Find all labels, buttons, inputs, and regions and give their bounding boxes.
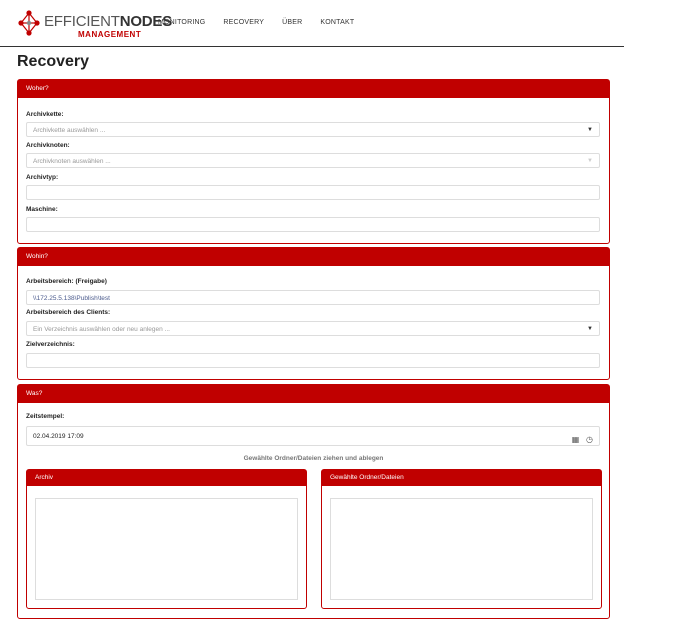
archivkette-select[interactable]: Archivkette auswählen ... ▼ <box>26 122 600 137</box>
page-title: Recovery <box>17 53 90 70</box>
arbeitsbereich-label: Arbeitsbereich: (Freigabe) <box>26 278 107 285</box>
woher-panel: Woher? Archivkette: Archivkette auswähle… <box>17 79 610 244</box>
selected-files-subpanel: Gewählte Ordner/Dateien <box>321 469 602 609</box>
archivknoten-select[interactable]: Archivknoten auswählen ... ▼ <box>26 153 600 168</box>
zeitstempel-field[interactable]: 02.04.2019 17:09 ▦ ◷ <box>26 426 600 446</box>
was-panel-title: Was? <box>18 385 609 403</box>
zeitstempel-value: 02.04.2019 17:09 <box>33 433 84 440</box>
client-workspace-select[interactable]: Ein Verzeichnis auswählen oder neu anleg… <box>26 321 600 336</box>
archivknoten-placeholder: Archivknoten auswählen ... <box>33 158 111 165</box>
chevron-down-icon: ▼ <box>587 158 593 164</box>
nav-item-recovery[interactable]: RECOVERY <box>223 19 264 26</box>
nav-menu: MONITORING RECOVERY ÜBER KONTAKT <box>158 19 372 26</box>
client-workspace-placeholder: Ein Verzeichnis auswählen oder neu anleg… <box>33 326 170 333</box>
archiv-subpanel: Archiv <box>26 469 307 609</box>
woher-panel-title: Woher? <box>18 80 609 98</box>
nav-item-monitoring[interactable]: MONITORING <box>158 19 205 26</box>
selected-files-dropzone[interactable] <box>330 498 593 600</box>
archivtyp-field[interactable] <box>26 185 600 200</box>
drag-drop-label: Gewählte Ordner/Dateien ziehen und ableg… <box>243 455 384 462</box>
top-navbar: EFFICIENTNODES MANAGEMENT MONITORING REC… <box>0 0 624 47</box>
brand-name-light: EFFICIENT <box>44 13 120 30</box>
was-panel: Was? Zeitstempel: 02.04.2019 17:09 ▦ ◷ G… <box>17 384 610 619</box>
archivkette-label: Archivkette: <box>26 111 64 118</box>
logo-icon <box>18 10 40 36</box>
arbeitsbereich-field[interactable]: \\172.25.5.138\Publish\test <box>26 290 600 305</box>
chevron-down-icon: ▼ <box>587 326 593 332</box>
zielverzeichnis-label: Zielverzeichnis: <box>26 341 75 348</box>
maschine-field[interactable] <box>26 217 600 232</box>
archivtyp-label: Archivtyp: <box>26 174 59 181</box>
chevron-down-icon: ▼ <box>587 127 593 133</box>
wohin-panel-title: Wohin? <box>18 248 609 266</box>
wohin-panel: Wohin? Arbeitsbereich: (Freigabe) \\172.… <box>17 247 610 380</box>
client-workspace-label: Arbeitsbereich des Clients: <box>26 309 111 316</box>
archiv-tree[interactable] <box>35 498 298 600</box>
maschine-label: Maschine: <box>26 206 58 213</box>
nav-item-ueber[interactable]: ÜBER <box>282 19 302 26</box>
brand-subtitle: MANAGEMENT <box>78 30 142 39</box>
calendar-icon[interactable]: ▦ <box>572 435 580 444</box>
picker-icons: ▦ ◷ <box>572 430 593 450</box>
archivkette-placeholder: Archivkette auswählen ... <box>33 127 106 134</box>
zeitstempel-label: Zeitstempel: <box>26 413 65 420</box>
clock-icon[interactable]: ◷ <box>586 435 593 444</box>
zielverzeichnis-field[interactable] <box>26 353 600 368</box>
nav-item-kontakt[interactable]: KONTAKT <box>320 19 354 26</box>
archivknoten-label: Archivknoten: <box>26 142 70 149</box>
selected-files-title: Gewählte Ordner/Dateien <box>322 470 601 486</box>
archiv-title: Archiv <box>27 470 306 486</box>
brand-name[interactable]: EFFICIENTNODES <box>44 13 172 30</box>
